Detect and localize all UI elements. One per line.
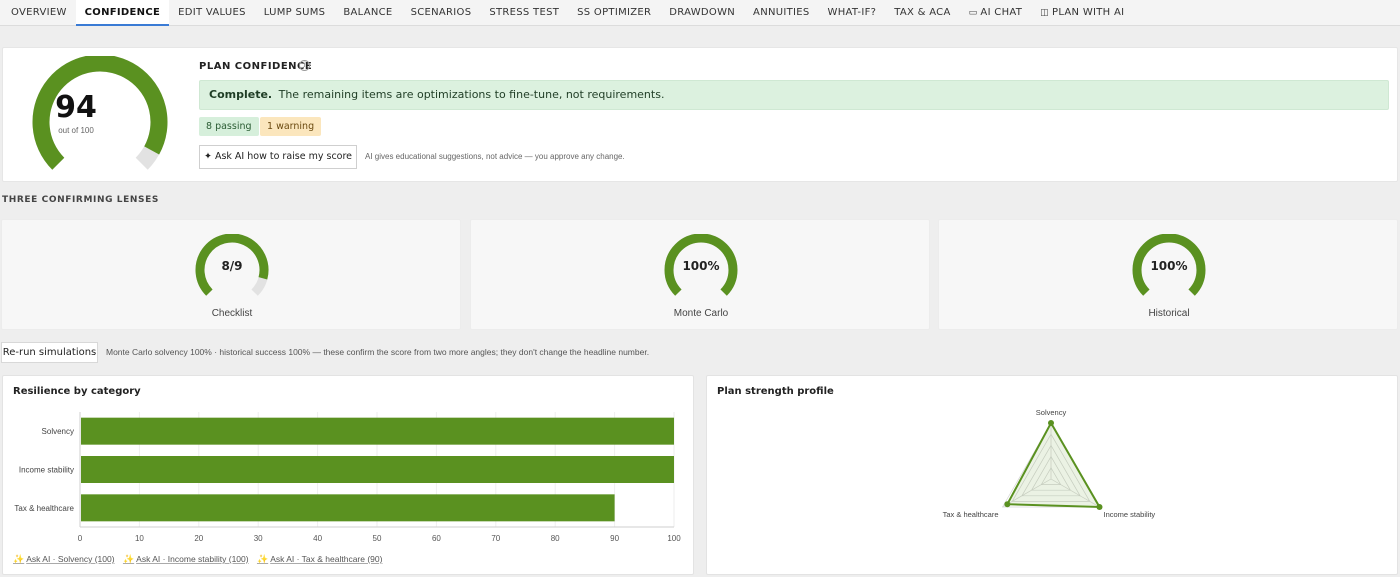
- rerun-note: Monte Carlo solvency 100% · historical s…: [106, 347, 650, 357]
- sparkle-icon: ✨: [256, 554, 269, 564]
- tab-label: OVERVIEW: [11, 6, 67, 18]
- tab-label: TAX & ACA: [894, 6, 951, 18]
- lens-card-checklist: 8/9 Checklist: [1, 219, 461, 330]
- x-tick-label: 0: [78, 534, 83, 543]
- chat-bubble-icon: ▭: [968, 7, 978, 18]
- sparkle-icon: ✨: [13, 554, 25, 564]
- lenses-section-title: THREE CONFIRMING LENSES: [2, 195, 159, 205]
- resilience-card: 0 10 20 30 40 50 60 70 80 90 100 Solvency Income sta…: [2, 375, 694, 575]
- tab-label: CONFIDENCE: [84, 6, 161, 18]
- lens-label: Historical: [1148, 308, 1190, 319]
- x-tick-label: 70: [491, 534, 500, 543]
- ask-ai-income-stability-label: Ask AI · Income stability (100): [136, 554, 249, 564]
- tab-balance[interactable]: BALANCE: [334, 0, 401, 26]
- bar-solvency: [81, 417, 674, 445]
- confidence-score-value: 94: [55, 90, 97, 125]
- x-tick-label: 100: [667, 534, 681, 543]
- ask-ai-solvency-link[interactable]: ✨ Ask AI · Solvency (100): [13, 554, 115, 564]
- lens-label: Checklist: [211, 308, 253, 319]
- radar-point: [1004, 501, 1011, 508]
- tab-annuities[interactable]: ANNUITIES: [744, 0, 819, 26]
- tab-label: SS OPTIMIZER: [577, 6, 652, 18]
- tab-label: SCENARIOS: [410, 6, 472, 18]
- y-tick-label: Tax & healthcare: [14, 504, 74, 513]
- passing-badge: 8 passing: [199, 117, 259, 136]
- tab-label: LUMP SUMS: [263, 6, 326, 18]
- lens-card-monte-carlo: 100% Monte Carlo: [470, 219, 930, 330]
- tab-label: ANNUITIES: [753, 6, 810, 18]
- radar-axis-label: Solvency: [1036, 408, 1067, 417]
- tab-label: WHAT-IF?: [827, 6, 877, 18]
- lens-value: 100%: [1150, 259, 1188, 273]
- radar-point: [1048, 420, 1054, 426]
- ask-ai-tax-healthcare-label: Ask AI · Tax & healthcare (90): [270, 554, 383, 564]
- sparkle-icon: ✨: [122, 554, 135, 564]
- radar-series-area: [1005, 420, 1102, 509]
- status-banner: Complete. The remaining items are optimi…: [199, 80, 1389, 110]
- tab-label: EDIT VALUES: [178, 6, 246, 18]
- banner-message: The remaining items are optimizations to…: [278, 88, 665, 101]
- tab-label: AI CHAT: [980, 6, 1023, 18]
- ask-ai-income-stability-link[interactable]: ✨ Ask AI · Income stability (100): [123, 554, 249, 564]
- tab-drawdown[interactable]: DRAWDOWN: [660, 0, 744, 26]
- tab-scenarios[interactable]: SCENARIOS: [402, 0, 481, 26]
- resilience-bar-chart: 0 10 20 30 40 50 60 70 80 90 100 Solvency Income sta…: [14, 412, 681, 543]
- tab-ai-chat[interactable]: ▭ AI CHAT: [960, 0, 1032, 26]
- resilience-title: Resilience by category: [13, 386, 141, 397]
- x-tick-label: 90: [610, 534, 619, 543]
- radar-axis-label: Tax & healthcare: [943, 510, 999, 519]
- radar-axis-label: Income stability: [1103, 510, 1155, 519]
- x-tick-label: 80: [551, 534, 560, 543]
- plan-strength-title: Plan strength profile: [717, 386, 834, 397]
- x-tick-label: 40: [313, 534, 322, 543]
- banner-status: Complete.: [209, 88, 273, 101]
- warning-badge[interactable]: 1 warning: [260, 117, 322, 136]
- ask-ai-links: ✨ Ask AI · Solvency (100) ✨ Ask AI · Incom…: [13, 554, 388, 565]
- tab-label: BALANCE: [343, 6, 393, 18]
- tab-ss-optimizer[interactable]: SS OPTIMIZER: [568, 0, 660, 26]
- plan-confidence-title: PLAN CONFIDENCE: [199, 61, 313, 72]
- plan-strength-radar-chart: Solvency Income stability Tax & healthcare: [943, 408, 1156, 519]
- lens-card-historical: 100% Historical: [938, 219, 1398, 330]
- book-icon: ◫: [1040, 7, 1049, 18]
- bar-tax-healthcare: [81, 494, 615, 522]
- rerun-simulations-button[interactable]: Re-run simulations: [1, 342, 98, 363]
- lens-value: 8/9: [221, 259, 243, 273]
- x-tick-label: 30: [254, 534, 263, 543]
- lens-label: Monte Carlo: [673, 308, 729, 319]
- tab-plan-with-ai[interactable]: ◫ PLAN WITH AI: [1031, 0, 1133, 26]
- tab-bar: OVERVIEW CONFIDENCE EDIT VALUES LUMP SUMS BA…: [0, 0, 1400, 26]
- bar-income-stability: [81, 456, 674, 483]
- tab-label: STRESS TEST: [489, 6, 560, 18]
- radar-point: [1096, 504, 1103, 510]
- tab-label: PLAN WITH AI: [1051, 6, 1125, 18]
- x-tick-label: 60: [432, 534, 441, 543]
- tab-stress-test[interactable]: STRESS TEST: [480, 0, 568, 26]
- lens-value: 100%: [682, 259, 720, 273]
- y-tick-label: Income stability: [19, 466, 74, 475]
- tab-confidence[interactable]: CONFIDENCE: [75, 0, 170, 26]
- plan-confidence-card: 94 out of 100 PLAN CONFIDENCE i Complete…: [2, 47, 1398, 182]
- ask-ai-raise-score-button[interactable]: ✦ Ask AI how to raise my score: [199, 145, 357, 169]
- tab-label: DRAWDOWN: [669, 6, 736, 18]
- plan-strength-card: Solvency Income stability Tax & healthcare…: [706, 375, 1398, 575]
- x-tick-label: 50: [373, 534, 382, 543]
- ask-ai-solvency-label: Ask AI · Solvency (100): [26, 554, 115, 564]
- tab-edit-values[interactable]: EDIT VALUES: [169, 0, 255, 26]
- ask-ai-tax-healthcare-link[interactable]: ✨ Ask AI · Tax & healthcare (90): [257, 554, 383, 564]
- x-tick-label: 10: [135, 534, 144, 543]
- tab-tax-aca[interactable]: TAX & ACA: [885, 0, 959, 26]
- confidence-score-caption: out of 100: [58, 126, 94, 135]
- y-tick-label: Solvency: [42, 427, 74, 436]
- info-icon[interactable]: i: [299, 60, 310, 71]
- x-tick-label: 20: [194, 534, 203, 543]
- tab-overview[interactable]: OVERVIEW: [2, 0, 76, 26]
- tab-lump-sums[interactable]: LUMP SUMS: [255, 0, 335, 26]
- tab-what-if[interactable]: WHAT-IF?: [819, 0, 886, 26]
- ai-disclaimer: AI gives educational suggestions, not ad…: [365, 152, 625, 161]
